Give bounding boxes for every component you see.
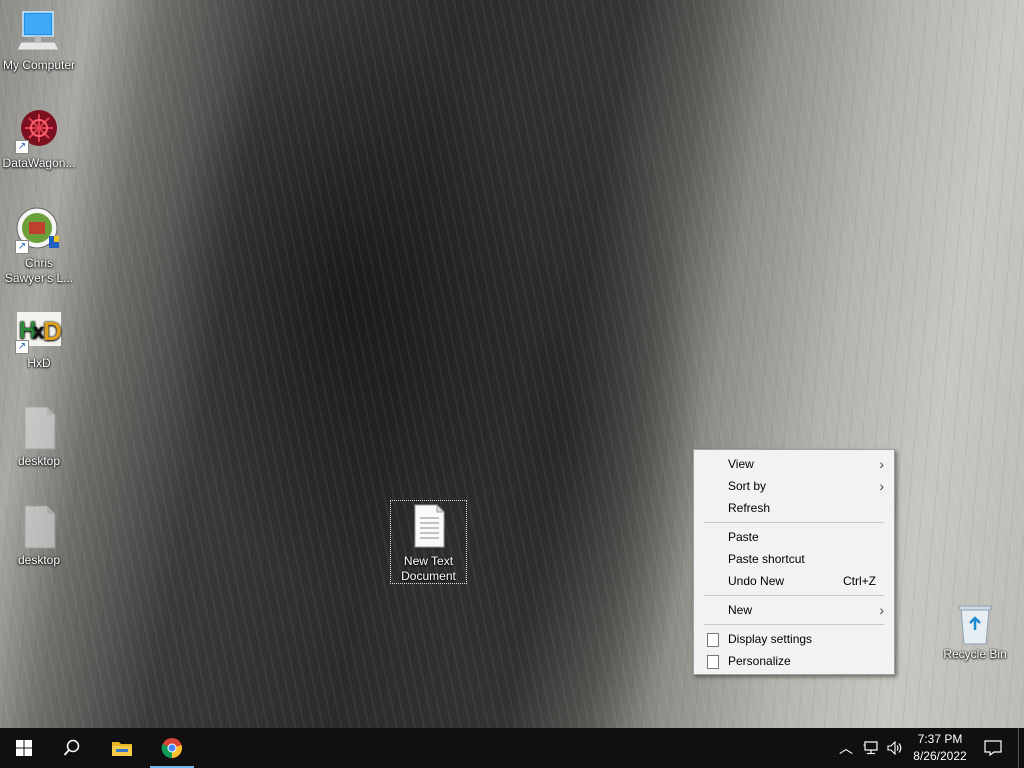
desktop-icon-label: desktop [17, 553, 61, 567]
start-icon [16, 740, 32, 756]
menu-item-label: Paste [728, 530, 759, 544]
tray-volume-button[interactable] [884, 728, 906, 768]
menu-item-label: View [728, 457, 754, 471]
recycle-bin-icon [951, 603, 999, 645]
show-desktop-button[interactable] [1018, 728, 1024, 768]
taskbar-app-chrome[interactable] [148, 728, 196, 768]
clock-date: 8/26/2022 [913, 749, 967, 763]
personalize-icon [707, 655, 719, 669]
datawagon-icon: ↗ [15, 106, 63, 154]
menu-item-view[interactable]: View › [694, 453, 894, 475]
desktop-icon-label: DataWagon... [2, 156, 76, 170]
desktop-context-menu: View › Sort by › Refresh Paste Paste sho… [693, 449, 895, 675]
taskbar-app-file-explorer[interactable] [98, 728, 146, 768]
display-settings-icon [707, 633, 719, 647]
desktop-icon-label: Chris Sawyer's L... [4, 256, 74, 285]
action-center-icon [984, 740, 1002, 756]
keyboard-shortcut: Ctrl+Z [843, 574, 876, 588]
desktop-icon-label: HxD [27, 356, 51, 370]
clock-time: 7:37 PM [917, 732, 963, 746]
desktop-icon-recycle-bin[interactable]: Recycle Bin [937, 603, 1013, 662]
desktop-icon-chris-sawyer[interactable]: ↗ Chris Sawyer's L... [1, 206, 77, 286]
menu-item-refresh[interactable]: Refresh [694, 497, 894, 519]
hxd-icon: H x D ↗ [15, 306, 63, 354]
computer-icon [15, 8, 63, 56]
menu-separator [704, 522, 884, 523]
svg-text:D: D [43, 316, 62, 346]
desktop-icon-new-text-document[interactable]: New Text Document [390, 500, 467, 584]
chrome-icon [161, 738, 182, 759]
start-button[interactable] [0, 728, 48, 768]
menu-item-label: Display settings [728, 632, 813, 646]
volume-icon [887, 741, 902, 755]
file-icon [15, 503, 63, 551]
chevron-right-icon: › [879, 602, 884, 618]
menu-item-personalize[interactable]: Personalize [694, 650, 894, 672]
menu-separator [704, 624, 884, 625]
shortcut-arrow-icon: ↗ [15, 140, 29, 154]
desktop-icon-desktop-ini-1[interactable]: desktop [1, 404, 77, 469]
tray-network-button[interactable] [860, 728, 882, 768]
chevron-up-icon: ︿ [839, 740, 853, 756]
taskbar: ︿ 7:37 PM 8/26/2022 [0, 728, 1024, 768]
menu-item-new[interactable]: New › [694, 599, 894, 621]
menu-item-paste-shortcut[interactable]: Paste shortcut [694, 548, 894, 570]
tray-overflow-button[interactable]: ︿ [836, 728, 856, 768]
menu-item-label: Personalize [728, 654, 791, 668]
desktop-icon-label: New Text Document [401, 554, 456, 583]
chevron-right-icon: › [879, 478, 884, 494]
menu-item-label: Undo New [728, 574, 785, 588]
file-explorer-icon [112, 742, 132, 756]
search-button[interactable] [48, 728, 96, 768]
action-center-button[interactable] [978, 728, 1008, 768]
desktop-background[interactable]: My Computer ↗ DataWagon... ↗ Chris Sawye [0, 0, 1024, 728]
file-icon [15, 404, 63, 452]
menu-item-undo-new[interactable]: Undo New Ctrl+Z [694, 570, 894, 592]
menu-item-sort-by[interactable]: Sort by › [694, 475, 894, 497]
desktop-icon-my-computer[interactable]: My Computer [1, 8, 77, 73]
menu-item-label: Sort by [728, 479, 767, 493]
menu-item-display-settings[interactable]: Display settings [694, 628, 894, 650]
game-icon: ↗ [15, 206, 63, 254]
search-icon [63, 739, 80, 756]
desktop-icon-label: Recycle Bin [943, 647, 1007, 661]
taskbar-clock[interactable]: 7:37 PM 8/26/2022 [905, 731, 975, 765]
menu-item-label: Refresh [728, 501, 771, 515]
chevron-right-icon: › [879, 456, 884, 472]
text-document-icon [409, 503, 449, 548]
menu-item-paste[interactable]: Paste [694, 526, 894, 548]
desktop-icon-label: My Computer [2, 58, 76, 72]
shortcut-arrow-icon: ↗ [15, 240, 29, 254]
menu-item-label: New [728, 603, 753, 617]
network-icon [863, 741, 878, 755]
menu-item-label: Paste shortcut [728, 552, 805, 566]
shortcut-arrow-icon: ↗ [15, 340, 29, 354]
desktop-icon-datawagon[interactable]: ↗ DataWagon... [1, 106, 77, 171]
desktop-icon-hxd[interactable]: H x D ↗ HxD [1, 306, 77, 371]
desktop-icon-label: desktop [17, 454, 61, 468]
desktop-icon-desktop-ini-2[interactable]: desktop [1, 503, 77, 568]
menu-separator [704, 595, 884, 596]
